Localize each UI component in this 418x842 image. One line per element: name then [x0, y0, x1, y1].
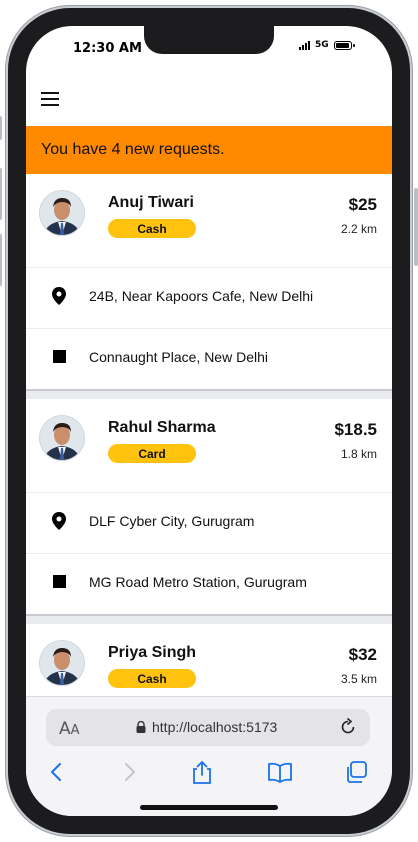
dropoff-address: Connaught Place, New Delhi — [89, 349, 268, 365]
request-header: Priya Singh Cash $32 3.5 km — [26, 624, 392, 696]
volume-up-button — [0, 168, 2, 220]
destination-square-icon — [53, 350, 66, 363]
rider-name: Priya Singh — [108, 644, 197, 661]
signal-icon — [299, 40, 310, 50]
power-button — [414, 188, 418, 266]
rider-name: Anuj Tiwari — [108, 194, 194, 211]
avatar — [40, 641, 84, 685]
url-text: http://localhost:5173 — [152, 719, 278, 735]
hamburger-menu-icon[interactable] — [41, 92, 61, 106]
distance: 3.5 km — [340, 672, 377, 686]
dropoff-address: MG Road Metro Station, Gurugram — [89, 574, 307, 590]
dropoff-row: Connaught Place, New Delhi — [26, 329, 392, 390]
fare-price: $25 — [348, 195, 377, 214]
location-pin-icon — [52, 287, 66, 305]
address-bar[interactable]: AA http://localhost:5173 — [46, 709, 370, 746]
dropoff-row: MG Road Metro Station, Gurugram — [26, 554, 392, 615]
home-indicator — [140, 805, 278, 810]
battery-icon — [333, 40, 355, 50]
new-requests-banner: You have 4 new requests. — [26, 126, 392, 174]
avatar — [40, 191, 84, 235]
pickup-row: 24B, Near Kapoors Cafe, New Delhi — [26, 268, 392, 329]
payment-badge: Cash — [108, 219, 196, 238]
request-list: Anuj Tiwari Cash $25 2.2 km 24B, Near Ka… — [26, 174, 392, 696]
distance: 1.8 km — [340, 447, 377, 461]
pickup-address: 24B, Near Kapoors Cafe, New Delhi — [89, 288, 314, 304]
payment-badge: Card — [108, 444, 196, 463]
rider-name: Rahul Sharma — [108, 419, 216, 436]
fare-price: $32 — [348, 645, 377, 664]
pickup-address: DLF Cyber City, Gurugram — [89, 513, 255, 529]
url-display[interactable]: http://localhost:5173 — [136, 719, 277, 735]
volume-down-button — [0, 234, 2, 286]
browser-bar: AA http://localhost:5173 — [26, 696, 392, 816]
notch — [144, 26, 274, 54]
network-type: 5G — [315, 40, 329, 50]
lock-icon — [136, 721, 146, 733]
silent-switch — [0, 116, 2, 140]
location-pin-icon — [52, 512, 66, 530]
status-right: 5G — [299, 40, 355, 50]
pickup-row: DLF Cyber City, Gurugram — [26, 493, 392, 554]
destination-square-icon — [53, 575, 66, 588]
card-divider — [26, 389, 392, 399]
share-icon[interactable] — [189, 759, 215, 785]
request-header: Rahul Sharma Card $18.5 1.8 km — [26, 399, 392, 493]
app-header — [26, 72, 392, 126]
request-header: Anuj Tiwari Cash $25 2.2 km — [26, 174, 392, 268]
request-card[interactable]: Anuj Tiwari Cash $25 2.2 km 24B, Near Ka… — [26, 174, 392, 390]
avatar — [40, 416, 84, 460]
forward-icon[interactable] — [116, 759, 142, 785]
request-card[interactable]: Rahul Sharma Card $18.5 1.8 km DLF Cyber… — [26, 399, 392, 615]
back-icon[interactable] — [44, 759, 70, 785]
tabs-icon[interactable] — [344, 759, 370, 785]
text-size-button[interactable]: AA — [59, 719, 80, 739]
banner-text: You have 4 new requests. — [41, 141, 225, 158]
payment-badge: Cash — [108, 669, 196, 688]
card-divider — [26, 614, 392, 624]
request-card[interactable]: Priya Singh Cash $32 3.5 km — [26, 624, 392, 696]
distance: 2.2 km — [340, 222, 377, 236]
status-time: 12:30 AM — [73, 41, 142, 56]
bookmarks-icon[interactable] — [267, 759, 293, 785]
reload-icon[interactable] — [338, 717, 358, 737]
screen: 12:30 AM 5G You have 4 new requests. Anu… — [26, 26, 392, 816]
fare-price: $18.5 — [334, 420, 377, 439]
